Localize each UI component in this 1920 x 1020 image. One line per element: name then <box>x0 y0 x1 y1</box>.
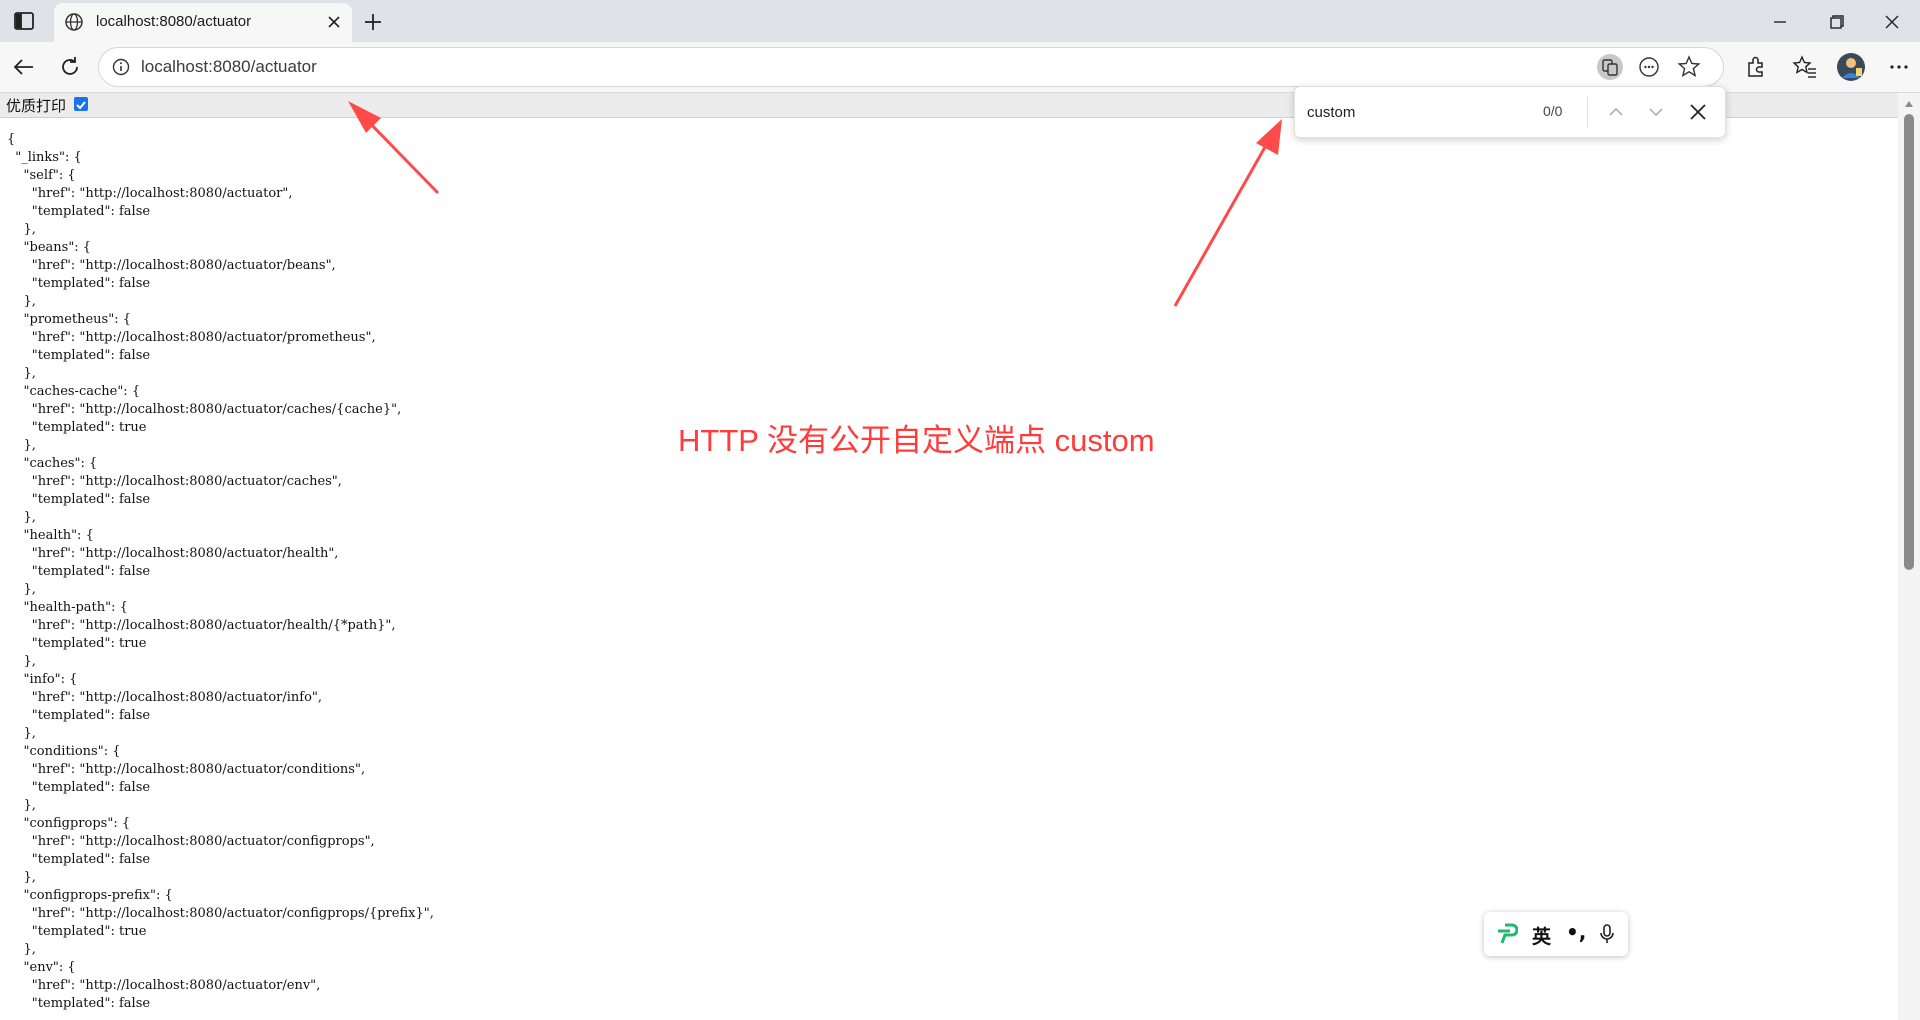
json-line: "templated": false <box>7 204 151 219</box>
find-close-icon[interactable] <box>1685 99 1711 125</box>
close-tab-icon[interactable] <box>324 12 344 32</box>
json-line: "configprops-prefix": { <box>7 888 173 903</box>
json-line: }, <box>7 870 36 885</box>
json-line: "href": "http://localhost:8080/actuator/… <box>7 690 323 705</box>
json-line: }, <box>7 438 36 453</box>
minimize-icon[interactable] <box>1766 9 1794 35</box>
translate-icon[interactable] <box>1596 53 1624 81</box>
json-line: }, <box>7 942 36 957</box>
json-line: "href": "http://localhost:8080/actuator/… <box>7 402 402 417</box>
find-input[interactable] <box>1305 99 1509 125</box>
json-line: "caches": { <box>7 456 98 471</box>
json-line: "href": "http://localhost:8080/actuator/… <box>7 762 366 777</box>
back-icon[interactable] <box>9 52 39 82</box>
find-previous-icon[interactable] <box>1603 99 1629 125</box>
json-line: }, <box>7 654 36 669</box>
scrollbar-thumb[interactable] <box>1904 114 1914 570</box>
json-line: "templated": false <box>7 492 151 507</box>
restore-icon[interactable] <box>1822 9 1850 35</box>
json-line: "templated": false <box>7 852 151 867</box>
json-line: "beans": { <box>7 240 92 255</box>
json-line: "href": "http://localhost:8080/actuator/… <box>7 618 396 633</box>
json-line: "href": "http://localhost:8080/actuator/… <box>7 258 336 273</box>
json-line: }, <box>7 582 36 597</box>
json-line: "health-path": { <box>7 600 128 615</box>
tab-title: localhost:8080/actuator <box>96 13 252 30</box>
json-line: "templated": false <box>7 996 151 1011</box>
tab-strip: localhost:8080/actuator <box>0 0 1920 42</box>
print-option-label: 优质打印 <box>6 97 67 115</box>
refresh-icon[interactable] <box>55 52 85 82</box>
find-separator <box>1587 97 1588 127</box>
json-line: }, <box>7 222 36 237</box>
json-line: "templated": false <box>7 708 151 723</box>
ime-logo-icon[interactable] <box>1496 922 1518 946</box>
json-line: "templated": false <box>7 780 151 795</box>
json-line: "configprops": { <box>7 816 131 831</box>
json-line: }, <box>7 726 36 741</box>
json-line: "_links": { <box>7 150 82 165</box>
url-text: localhost:8080/actuator <box>141 57 317 76</box>
ime-language-toggle[interactable]: 英 <box>1532 922 1551 949</box>
json-line: "info": { <box>7 672 78 687</box>
favorites-icon[interactable] <box>1790 52 1820 82</box>
favorite-star-icon[interactable] <box>1675 53 1703 81</box>
annotation-text: HTTP 没有公开自定义端点 custom <box>678 423 1155 458</box>
checkmark-icon <box>76 101 86 110</box>
json-line: "prometheus": { <box>7 312 131 327</box>
json-content: { "_links": { "self": { "href": "http://… <box>7 131 1887 1013</box>
json-line: { <box>7 132 16 147</box>
json-line: "templated": false <box>7 564 151 579</box>
more-tools-icon[interactable] <box>1635 53 1663 81</box>
globe-icon <box>65 13 83 31</box>
settings-more-icon[interactable] <box>1884 52 1914 82</box>
find-match-count: 0/0 <box>1543 103 1563 119</box>
json-line: "href": "http://localhost:8080/actuator/… <box>7 834 375 849</box>
json-line: "href": "http://localhost:8080/actuator"… <box>7 186 293 201</box>
json-line: }, <box>7 366 36 381</box>
json-line: "href": "http://localhost:8080/actuator/… <box>7 906 434 921</box>
extensions-icon[interactable] <box>1740 52 1770 82</box>
scroll-up-arrow-icon[interactable] <box>1904 100 1914 108</box>
json-line: }, <box>7 294 36 309</box>
new-tab-icon[interactable] <box>360 9 386 35</box>
json-line: "templated": true <box>7 636 147 651</box>
json-line: "href": "http://localhost:8080/actuator/… <box>7 978 321 993</box>
json-line: "templated": false <box>7 348 151 363</box>
json-line: "href": "http://localhost:8080/actuator/… <box>7 330 376 345</box>
json-line: "caches-cache": { <box>7 384 141 399</box>
ime-toolbar: 英 •, <box>1484 912 1628 956</box>
find-next-icon[interactable] <box>1643 99 1669 125</box>
close-window-icon[interactable] <box>1878 9 1906 35</box>
json-line: }, <box>7 798 36 813</box>
print-option-checkbox[interactable] <box>74 97 88 111</box>
sidebar-toggle-icon[interactable] <box>12 10 36 32</box>
json-line: "self": { <box>7 168 76 183</box>
json-line: "templated": true <box>7 924 147 939</box>
json-line: "health": { <box>7 528 94 543</box>
find-bar: 0/0 <box>1294 86 1726 138</box>
address-bar[interactable]: localhost:8080/actuator <box>98 47 1724 87</box>
json-line: "conditions": { <box>7 744 121 759</box>
json-line: "env": { <box>7 960 76 975</box>
json-line: "templated": false <box>7 276 151 291</box>
json-line: }, <box>7 510 36 525</box>
info-icon[interactable] <box>111 57 131 77</box>
profile-avatar[interactable] <box>1836 52 1866 82</box>
microphone-icon[interactable] <box>1598 923 1616 945</box>
json-line: "templated": true <box>7 420 147 435</box>
json-line: "href": "http://localhost:8080/actuator/… <box>7 474 342 489</box>
json-line: "href": "http://localhost:8080/actuator/… <box>7 546 339 561</box>
ime-punctuation-toggle[interactable]: •, <box>1566 920 1586 944</box>
browser-tab[interactable]: localhost:8080/actuator <box>54 3 352 42</box>
